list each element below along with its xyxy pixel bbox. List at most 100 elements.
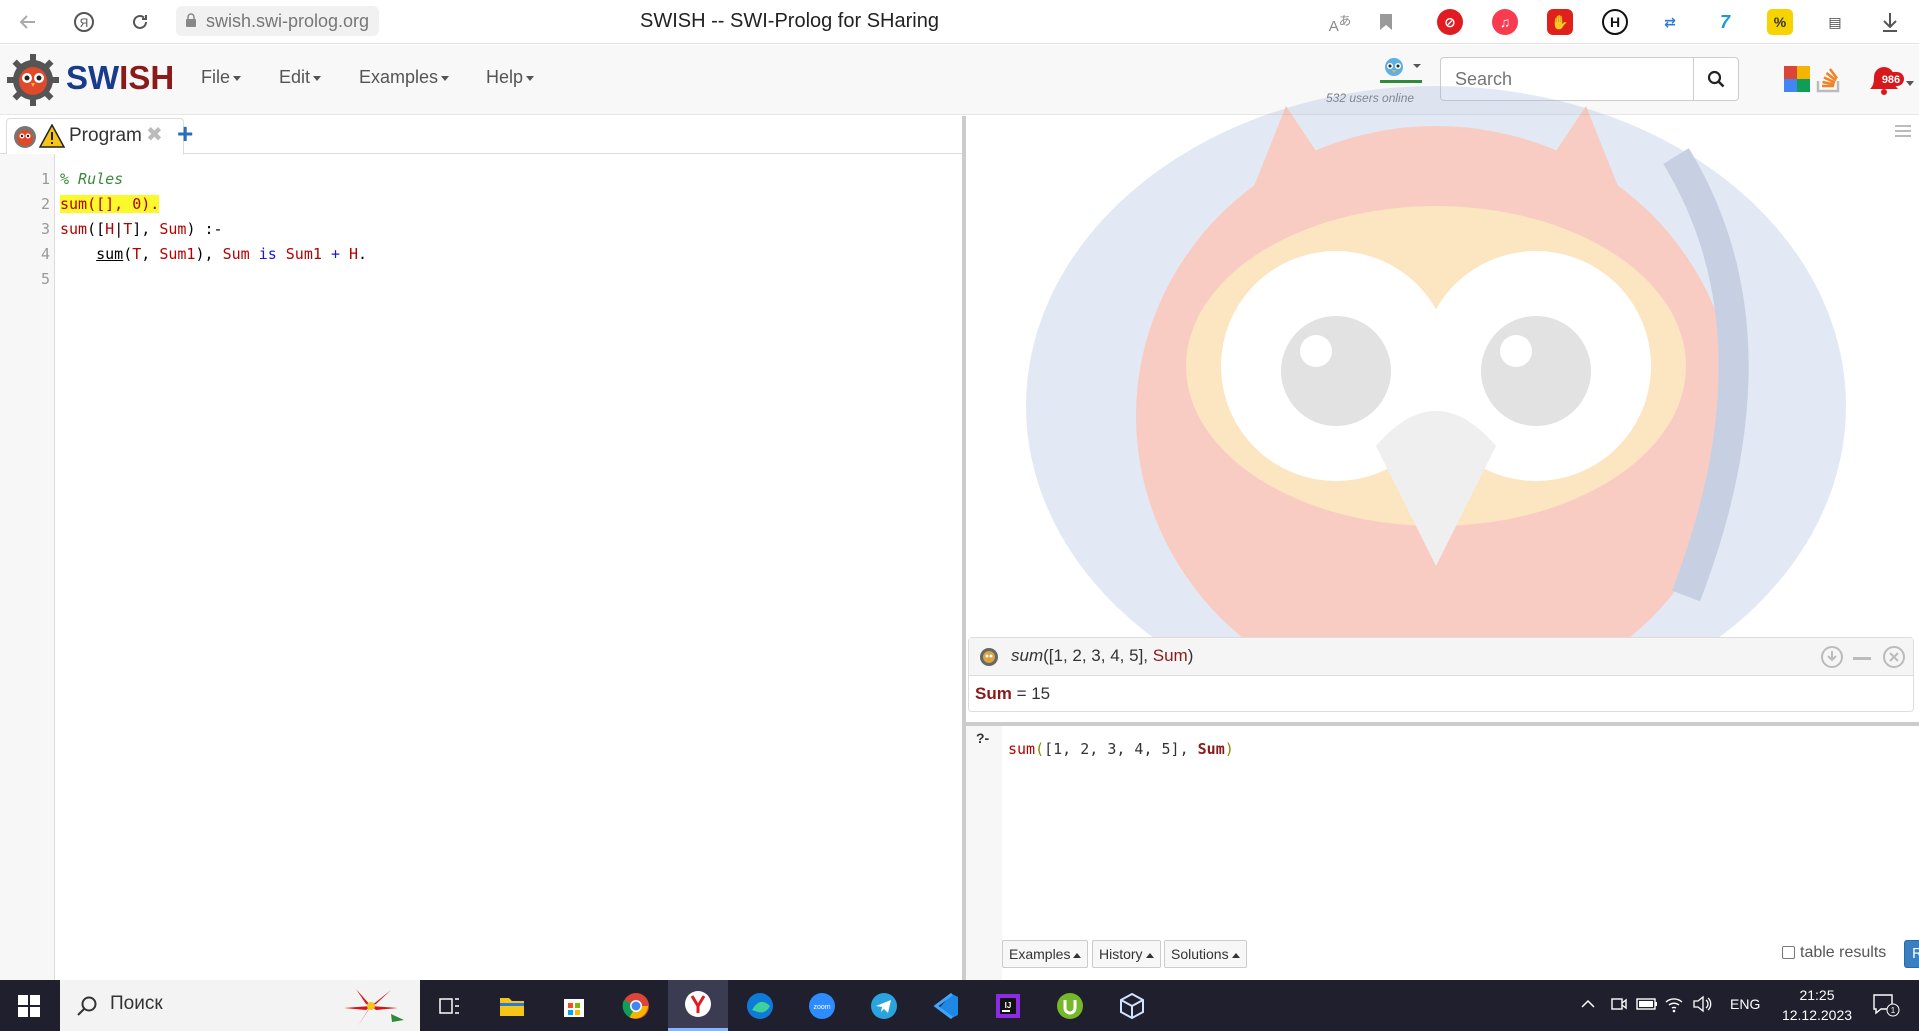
result-variable: Sum — [975, 684, 1012, 703]
yandex-browser-icon[interactable] — [668, 980, 728, 1031]
results-pane: sum([1, 2, 3, 4, 5], Sum) Sum = 15 ?- su… — [966, 86, 1919, 980]
run-button[interactable]: Run! — [1904, 940, 1919, 968]
caret-up-icon — [1231, 952, 1240, 958]
menu-help[interactable]: Help — [486, 67, 535, 88]
query-gutter — [966, 726, 1002, 980]
history-label: History — [1099, 946, 1143, 962]
adblock-icon[interactable]: ✋ — [1547, 9, 1573, 35]
taskbar-search-text: Поиск — [110, 993, 163, 1014]
vscode-icon[interactable] — [916, 980, 976, 1031]
code-line-3[interactable]: sum([H|T], Sum) :- — [60, 220, 223, 238]
menu-edit[interactable]: Edit — [279, 67, 322, 88]
windows-icon — [18, 994, 40, 1017]
taskbar-search[interactable]: Поиск — [60, 980, 420, 1031]
answer-result: Sum = 15 — [975, 684, 1050, 704]
menu-help-label: Help — [486, 67, 524, 87]
swish-logo-text[interactable]: SWISH — [66, 59, 174, 97]
music-extension-icon[interactable]: ♫ — [1492, 9, 1518, 35]
minimize-icon[interactable] — [1853, 657, 1871, 660]
line-number: 4 — [40, 245, 50, 263]
wifi-icon[interactable] — [1664, 995, 1684, 1018]
code-line-2[interactable]: sum([], 0). — [60, 195, 160, 213]
task-view-icon[interactable] — [420, 980, 480, 1031]
search-icon — [77, 996, 97, 1016]
close-answer-icon[interactable] — [1883, 646, 1905, 668]
caret-down-icon — [441, 75, 450, 81]
caret-down-icon[interactable] — [1906, 81, 1914, 86]
extension-7-icon[interactable]: 7 — [1712, 9, 1738, 35]
menu-examples-label: Examples — [359, 67, 439, 87]
line-number: 5 — [40, 270, 50, 288]
notifications-bell-icon[interactable]: 986 — [1864, 59, 1904, 104]
table-results-toggle[interactable]: table results — [1782, 944, 1886, 962]
history-button[interactable]: History — [1092, 940, 1161, 968]
download-answer-icon[interactable] — [1821, 646, 1843, 668]
system-tray: ENG 21:25 12.12.2023 1 — [1570, 980, 1919, 1031]
user-avatar-icon[interactable] — [1378, 55, 1424, 90]
taskbar-clock[interactable]: 21:25 12.12.2023 — [1774, 985, 1860, 1025]
result-equals: = — [1011, 684, 1032, 703]
examples-button[interactable]: Examples — [1002, 940, 1089, 968]
menu-file[interactable]: File — [201, 67, 242, 88]
chrome-icon[interactable] — [606, 980, 666, 1031]
examples-label: Examples — [1009, 946, 1071, 962]
solutions-button[interactable]: Solutions — [1164, 940, 1247, 968]
notif-count: 1 — [1891, 1006, 1896, 1015]
close-tab-icon[interactable]: ✖ — [146, 122, 163, 147]
clock-time: 21:25 — [1799, 987, 1835, 1003]
answer-panel: sum([1, 2, 3, 4, 5], Sum) Sum = 15 — [968, 637, 1914, 712]
clock-date: 12.12.2023 — [1781, 1007, 1853, 1023]
add-tab-icon[interactable]: + — [177, 118, 193, 150]
start-button[interactable] — [0, 980, 58, 1031]
collections-icon[interactable]: ▤ — [1822, 9, 1848, 35]
query-splitter[interactable] — [966, 722, 1919, 726]
swish-owl-background — [1026, 86, 1846, 646]
poinsettia-icon — [344, 989, 404, 1026]
caret-down-icon — [313, 75, 322, 81]
telegram-icon[interactable] — [854, 980, 914, 1031]
menu-hamburger-icon[interactable] — [1895, 124, 1911, 143]
microsoft-store-icon[interactable] — [544, 980, 604, 1031]
battery-icon[interactable] — [1636, 997, 1658, 1016]
chevron-up-icon[interactable] — [1580, 996, 1596, 1014]
menu-examples[interactable]: Examples — [359, 67, 450, 88]
browser-toolbar: Я swish.swi-prolog.org SWISH -- SWI-Prol… — [0, 0, 1919, 44]
utorrent-icon[interactable] — [1040, 980, 1100, 1031]
swish-logo-icon[interactable] — [6, 53, 60, 112]
tab-program-label: Program — [69, 125, 142, 146]
input-language[interactable]: ENG — [1730, 996, 1760, 1012]
caret-down-icon — [233, 75, 242, 81]
code-line-4[interactable]: sum(T, Sum1), Sum is Sum1 + H. — [60, 245, 367, 263]
code-line-1[interactable]: % Rules — [60, 170, 123, 188]
volume-icon[interactable] — [1692, 995, 1712, 1018]
sync-extension-icon[interactable]: ⇄ — [1657, 9, 1683, 35]
swish-owl-icon — [14, 126, 36, 148]
query-editor[interactable]: sum([1, 2, 3, 4, 5], Sum) — [1002, 730, 1916, 922]
translate-icon[interactable]: Aあ — [1326, 8, 1354, 36]
table-results-checkbox[interactable] — [1782, 946, 1795, 960]
bookmark-icon[interactable] — [1372, 8, 1400, 36]
file-explorer-icon[interactable] — [482, 980, 542, 1031]
meet-now-icon[interactable] — [1610, 995, 1628, 1018]
menu-file-label: File — [201, 67, 231, 87]
query-actions-bar: Examples History Solutions table results… — [1002, 940, 1919, 970]
edge-icon[interactable] — [730, 980, 790, 1031]
notification-count: 986 — [1882, 74, 1900, 86]
line-number-gutter: 1 2 3 4 5 — [0, 154, 55, 980]
caret-up-icon — [1073, 952, 1082, 958]
line-number: 1 — [40, 170, 50, 188]
jetbrains-icon[interactable]: IJ — [978, 980, 1038, 1031]
download-icon[interactable] — [1876, 8, 1904, 36]
query-prompt: ?- — [976, 730, 990, 746]
result-value: 15 — [1031, 684, 1051, 703]
line-number: 3 — [40, 220, 50, 238]
percent-extension-icon[interactable]: % — [1767, 9, 1793, 35]
extension-icon-1[interactable]: ⊘ — [1437, 9, 1463, 35]
caret-up-icon — [1145, 952, 1154, 958]
virtualbox-icon[interactable] — [1102, 980, 1162, 1031]
solutions-label: Solutions — [1171, 946, 1229, 962]
zoom-icon[interactable]: zoom — [792, 980, 852, 1031]
program-pane: Program ✖ + 1 2 3 4 5 % Rules sum([], 0)… — [0, 116, 962, 980]
extension-h-icon[interactable]: H — [1602, 9, 1628, 35]
notification-center-icon[interactable]: 1 — [1872, 993, 1900, 1022]
